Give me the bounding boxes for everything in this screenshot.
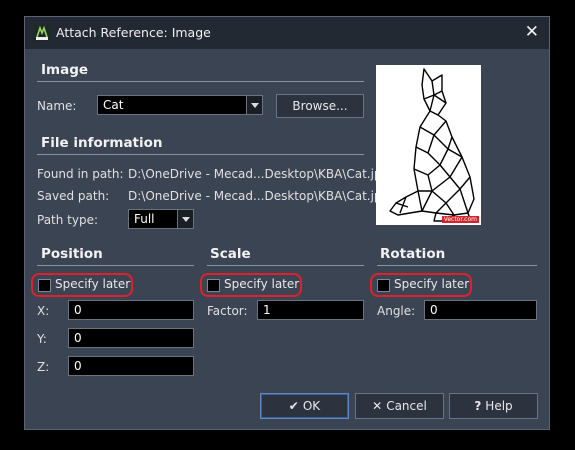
title-bar: Attach Reference: Image ✕ bbox=[25, 17, 549, 49]
x-label: X: bbox=[37, 304, 50, 318]
position-specify-later-checkbox[interactable] bbox=[38, 279, 51, 292]
scale-specify-later-label: Specify later bbox=[224, 277, 300, 291]
file-info-heading: File information bbox=[41, 135, 163, 151]
position-divider bbox=[37, 265, 194, 266]
angle-input[interactable]: 0 bbox=[424, 300, 537, 320]
browse-button[interactable]: Browse... bbox=[276, 94, 364, 118]
path-type-label: Path type: bbox=[37, 213, 99, 227]
scale-heading: Scale bbox=[210, 246, 251, 262]
image-preview: Vector.com bbox=[376, 65, 481, 225]
rotation-specify-later[interactable]: Specify later bbox=[370, 273, 472, 297]
close-icon[interactable]: ✕ bbox=[525, 22, 539, 42]
x-input[interactable]: 0 bbox=[68, 300, 194, 320]
cancel-label: Cancel bbox=[386, 399, 427, 413]
help-button[interactable]: ? Help bbox=[449, 393, 538, 419]
y-label: Y: bbox=[37, 332, 47, 346]
position-specify-later-label: Specify later bbox=[55, 277, 131, 291]
image-section-divider bbox=[37, 81, 364, 82]
image-section-heading: Image bbox=[41, 62, 89, 78]
cat-preview-image bbox=[389, 68, 475, 222]
app-icon bbox=[34, 25, 50, 41]
file-info-divider bbox=[37, 154, 364, 155]
preview-watermark: Vector.com bbox=[441, 216, 479, 223]
scale-specify-later-checkbox[interactable] bbox=[207, 279, 220, 292]
chevron-down-icon[interactable] bbox=[177, 210, 193, 228]
ok-label: OK bbox=[302, 399, 321, 413]
position-specify-later[interactable]: Specify later bbox=[31, 273, 133, 297]
ok-button[interactable]: ✔ OK bbox=[260, 393, 349, 419]
cancel-button[interactable]: ✕ Cancel bbox=[355, 393, 444, 419]
help-label: Help bbox=[485, 399, 513, 413]
saved-path-value: D:\OneDrive - Mecad...Desktop\KBA\Cat.jp… bbox=[128, 189, 390, 203]
name-combo[interactable]: Cat bbox=[97, 95, 263, 115]
rotation-specify-later-checkbox[interactable] bbox=[377, 279, 390, 292]
factor-input[interactable]: 1 bbox=[257, 300, 364, 320]
rotation-heading: Rotation bbox=[380, 246, 446, 262]
position-heading: Position bbox=[41, 246, 103, 262]
saved-path-label: Saved path: bbox=[37, 189, 110, 203]
factor-label: Factor: bbox=[207, 304, 248, 318]
found-in-path-value: D:\OneDrive - Mecad...Desktop\KBA\Cat.jp… bbox=[128, 167, 390, 181]
scale-divider bbox=[207, 265, 364, 266]
found-in-path-label: Found in path: bbox=[37, 167, 124, 181]
x-icon: ✕ bbox=[372, 399, 383, 413]
path-type-value: Full bbox=[134, 212, 155, 226]
attach-reference-dialog: Attach Reference: Image ✕ Image Name: Ca… bbox=[24, 16, 550, 430]
question-icon: ? bbox=[474, 399, 482, 413]
path-type-combo[interactable]: Full bbox=[128, 209, 194, 229]
rotation-divider bbox=[377, 265, 537, 266]
name-label: Name: bbox=[37, 99, 77, 113]
y-input[interactable]: 0 bbox=[68, 328, 194, 348]
z-input[interactable]: 0 bbox=[68, 356, 194, 376]
angle-label: Angle: bbox=[377, 304, 416, 318]
rotation-specify-later-label: Specify later bbox=[394, 277, 470, 291]
dialog-title: Attach Reference: Image bbox=[56, 25, 211, 40]
chevron-down-icon[interactable] bbox=[246, 96, 262, 114]
name-value: Cat bbox=[103, 98, 124, 112]
checkmark-icon: ✔ bbox=[288, 399, 299, 413]
z-label: Z: bbox=[37, 360, 50, 374]
scale-specify-later[interactable]: Specify later bbox=[200, 273, 302, 297]
